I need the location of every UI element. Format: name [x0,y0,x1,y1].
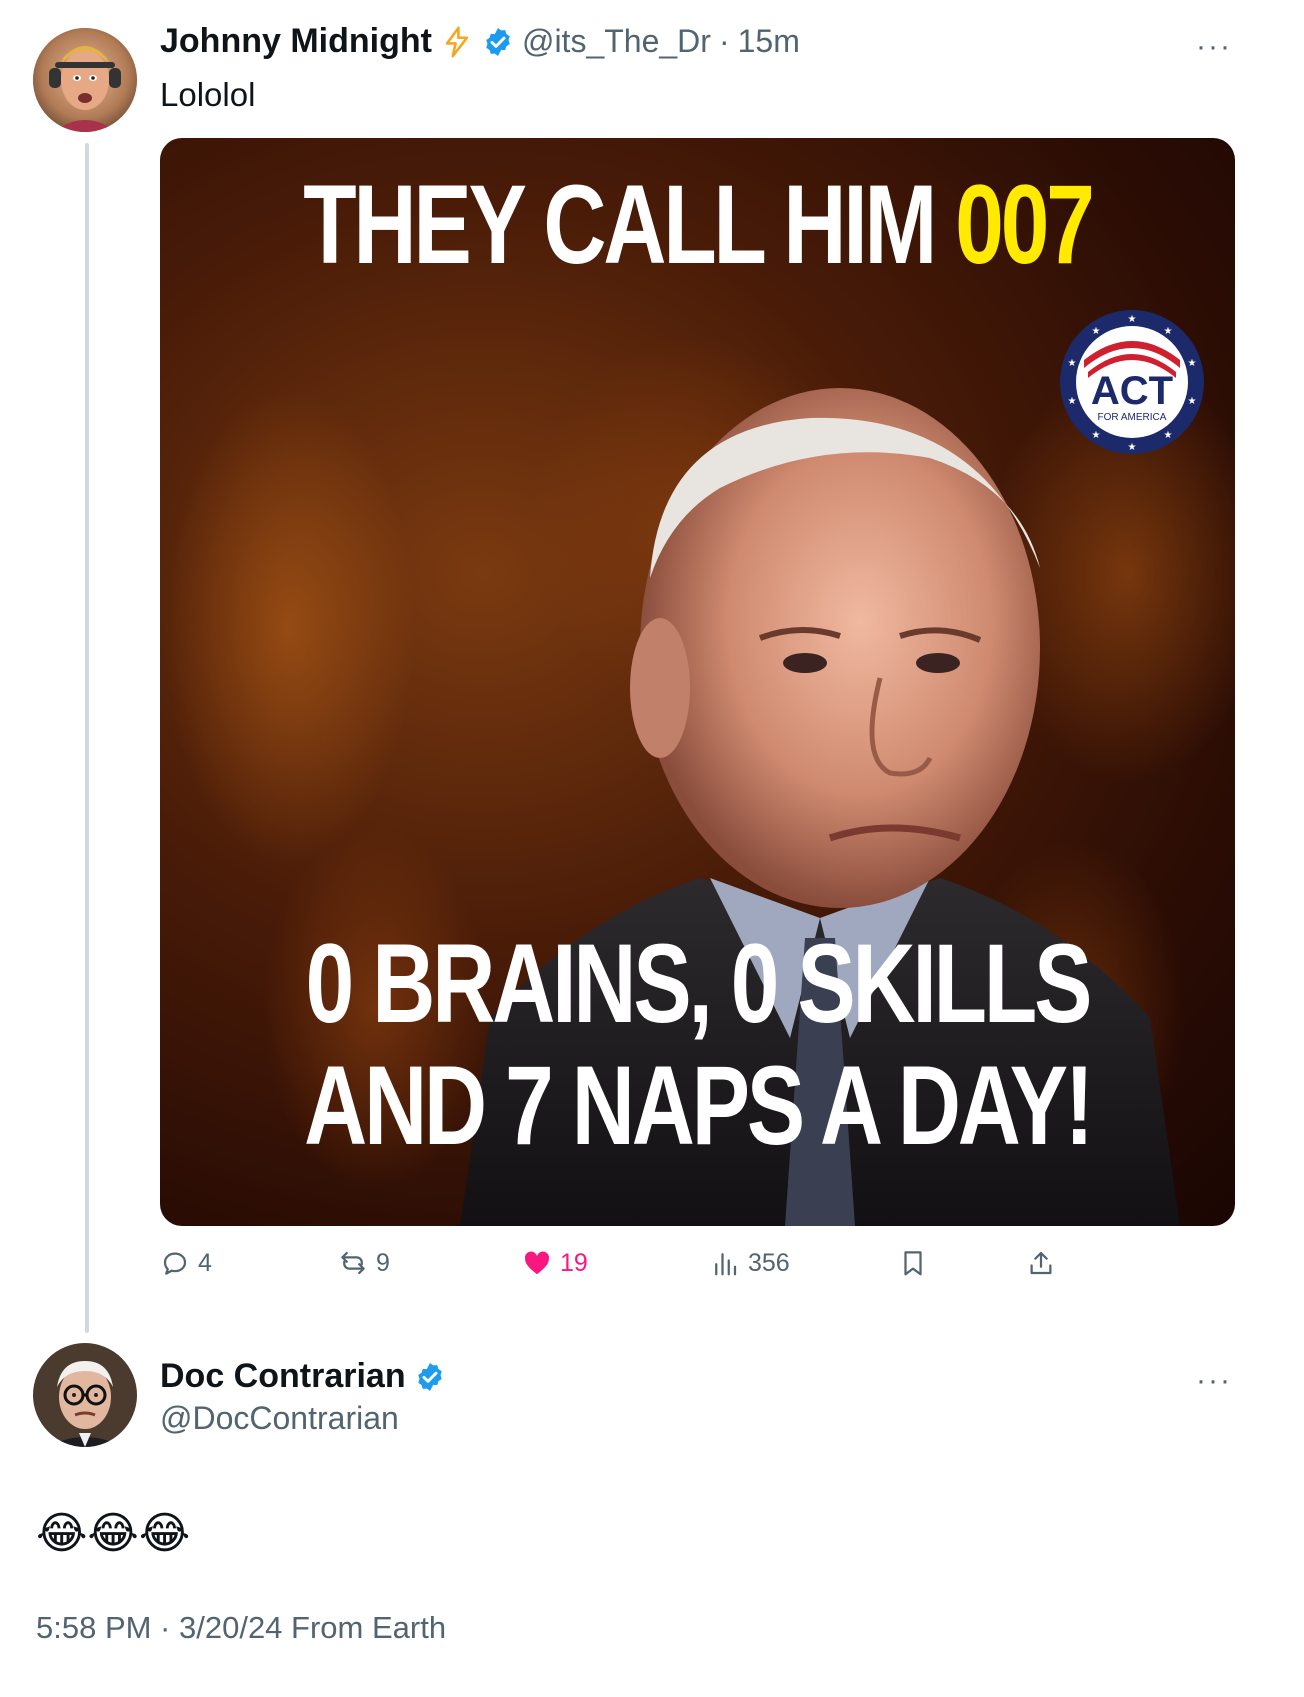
reply-author-handle[interactable]: @DocContrarian [160,1400,399,1437]
reply-button[interactable]: 4 [160,1248,212,1278]
like-count: 19 [560,1248,588,1277]
meme-top-caption: THEY CALL HIM 007 [278,160,1117,289]
views-button[interactable]: 356 [710,1248,790,1278]
meme-top-highlight: 007 [955,162,1095,287]
bookmark-button[interactable] [898,1248,928,1278]
reply-text: 😂😂😂 [36,1509,191,1558]
analytics-icon [715,1253,737,1276]
repost-icon [341,1251,365,1275]
meme-top-text: THEY CALL HIM [303,162,956,287]
reply-author-header: Doc Contrarian [160,1357,446,1396]
repost-button[interactable]: 9 [338,1248,390,1278]
heart-filled-icon [524,1251,550,1275]
bookmark-icon [904,1251,922,1276]
svg-text:★: ★ [1092,430,1101,441]
reply-icon [163,1252,187,1275]
verified-badge-icon [417,1362,442,1391]
author-name[interactable]: Johnny Midnight [160,22,432,61]
meme-bottom-line-1: 0 BRAINS, 0 SKILLS [305,921,1093,1046]
svg-text:★: ★ [1164,326,1173,337]
svg-text:★: ★ [1068,358,1077,369]
reply-author-avatar[interactable] [33,1343,137,1447]
like-button[interactable]: 19 [522,1248,588,1278]
author-handle[interactable]: @its_The_Dr [522,23,711,60]
author-header: Johnny Midnight @its_The_Dr · 15m [160,22,800,61]
verified-badge-icon [486,27,510,56]
act-for-america-seal: ACT FOR AMERICA ★ ★ ★ ★ ★ ★ ★ ★ ★ ★ [1060,310,1204,454]
share-icon [1030,1251,1052,1275]
seal-sub-text: FOR AMERICA [1098,412,1167,423]
reply-author-name[interactable]: Doc Contrarian [160,1357,406,1396]
svg-text:★: ★ [1128,314,1137,325]
svg-text:★: ★ [1092,326,1101,337]
svg-text:★: ★ [1128,442,1137,453]
tweet-time-ago[interactable]: 15m [738,23,800,60]
more-options-icon[interactable]: ··· [1196,30,1232,64]
svg-text:★: ★ [1188,358,1197,369]
svg-text:★: ★ [1164,430,1173,441]
thread-connector-line [85,143,89,1333]
views-count: 356 [748,1248,790,1277]
tweet-action-bar: 4 9 19 356 [160,1248,1235,1288]
tweet-media-image[interactable]: THEY CALL HIM 007 ACT FOR AMERICA ★ ★ ★ … [160,138,1235,1226]
reply-timestamp[interactable]: 5:58 PM · 3/20/24 From Earth [36,1610,446,1646]
meme-bottom-line-2: AND 7 NAPS A DAY! [304,1043,1094,1168]
seal-main-text: ACT [1091,369,1173,413]
reply-count: 4 [198,1248,212,1277]
separator-dot: · [718,23,730,59]
author-avatar[interactable] [33,28,137,132]
reply-more-options-icon[interactable]: ··· [1196,1364,1232,1398]
svg-text:★: ★ [1188,396,1197,407]
repost-count: 9 [376,1248,390,1277]
share-button[interactable] [1026,1248,1056,1278]
svg-text:★: ★ [1068,396,1077,407]
tweet-text: Lololol [160,76,256,113]
lightning-icon [445,26,469,57]
